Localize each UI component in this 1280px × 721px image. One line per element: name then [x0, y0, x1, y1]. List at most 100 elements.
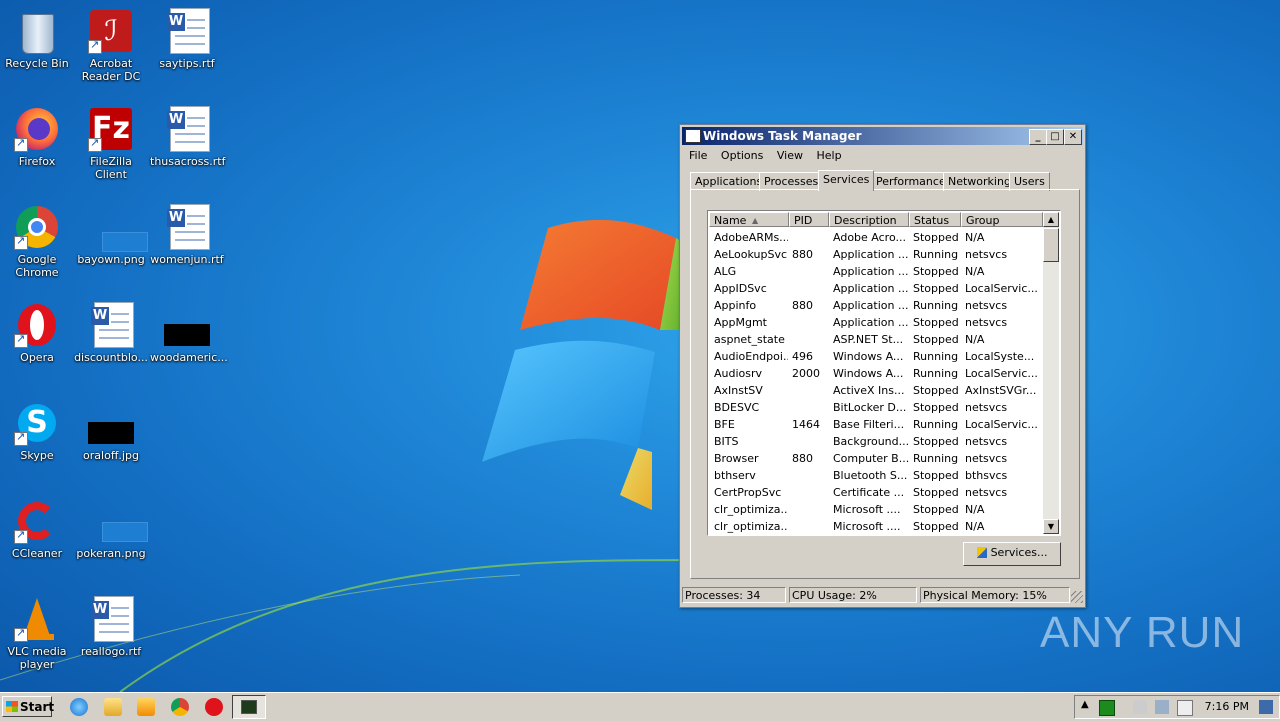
chrome-taskbar-icon[interactable] [171, 698, 189, 716]
internet-explorer-icon[interactable] [70, 698, 88, 716]
service-pid: 880 [792, 299, 813, 312]
table-row[interactable]: aspnet_state ASP.NET St... Stopped N/A [709, 331, 1043, 348]
service-description: BitLocker D... [833, 401, 907, 414]
service-name: Audiosrv [714, 367, 763, 380]
table-row[interactable]: AdobeARMs... Adobe Acro... Stopped N/A [709, 229, 1043, 246]
opera-taskbar-icon[interactable] [205, 698, 223, 716]
table-row[interactable]: ALG Application ... Stopped N/A [709, 263, 1043, 280]
services-list[interactable]: Name ▲ PID Description Status Group Adob… [707, 210, 1061, 536]
services-button[interactable]: Services... [963, 542, 1061, 566]
menu-bar: File Options View Help [684, 147, 847, 165]
scroll-up-button[interactable]: ▲ [1043, 212, 1059, 227]
window-title: Windows Task Manager [703, 129, 862, 143]
service-name: AeLookupSvc [714, 248, 788, 261]
table-row[interactable]: Appinfo 880 Application ... Running netsvcs [709, 297, 1043, 314]
resize-grip-icon[interactable] [1071, 591, 1083, 603]
desktop-icon-womenjun[interactable]: W womenjun.rtf [150, 200, 224, 266]
table-row[interactable]: clr_optimiza... Microsoft .... Stopped N/A [709, 501, 1043, 518]
start-button[interactable]: Start [2, 696, 54, 717]
menu-file[interactable]: File [684, 147, 712, 165]
chrome-icon [14, 204, 60, 250]
menu-options[interactable]: Options [716, 147, 768, 165]
explorer-folder-icon[interactable] [104, 698, 122, 716]
list-header: Name ▲ PID Description Status Group [709, 212, 1043, 228]
table-row[interactable]: AxInstSV ActiveX Ins... Stopped AxInstSVGr.… [709, 382, 1043, 399]
table-row[interactable]: BDESVC BitLocker D... Stopped netsvcs [709, 399, 1043, 416]
show-desktop-icon[interactable] [1259, 700, 1273, 714]
service-description: Application ... [833, 248, 909, 261]
table-row[interactable]: BITS Background... Stopped netsvcs [709, 433, 1043, 450]
table-row[interactable]: BFE 1464 Base Filteri... Running LocalServic… [709, 416, 1043, 433]
table-row[interactable]: AppMgmt Application ... Stopped netsvcs [709, 314, 1043, 331]
desktop-icon-opera[interactable]: Opera [0, 298, 74, 364]
action-center-flag-icon[interactable] [1177, 700, 1193, 716]
table-row[interactable]: clr_optimiza... Microsoft .... Stopped N/A [709, 518, 1043, 535]
desktop-icon-firefox[interactable]: Firefox [0, 102, 74, 168]
status-physical-memory: Physical Memory: 15% [920, 587, 1070, 603]
column-header-group[interactable]: Group [961, 212, 1043, 227]
scroll-down-button[interactable]: ▼ [1043, 519, 1059, 534]
desktop-icon-discountblo[interactable]: W discountblo... [74, 298, 148, 364]
desktop-icon-bayown[interactable]: bayown.png [74, 200, 148, 266]
desktop-icon-skype[interactable]: S Skype [0, 396, 74, 462]
network-icon[interactable] [1155, 700, 1169, 714]
scroll-thumb[interactable] [1043, 228, 1059, 262]
services-rows: AdobeARMs... Adobe Acro... Stopped N/A AeLoo… [709, 229, 1043, 535]
title-bar[interactable]: Windows Task Manager _ □ ✕ [682, 127, 1083, 145]
volume-icon[interactable] [1133, 700, 1147, 714]
service-name: AxInstSV [714, 384, 763, 397]
service-status: Running [913, 452, 959, 465]
desktop-icon-acrobat[interactable]: ℐ Acrobat Reader DC [74, 4, 148, 83]
desktop-icon-filezilla[interactable]: Fz FileZilla Client [74, 102, 148, 181]
desktop-icon-oraloff[interactable]: oraloff.jpg [74, 396, 148, 462]
column-header-pid[interactable]: PID [789, 212, 829, 227]
menu-view[interactable]: View [772, 147, 808, 165]
maximize-button[interactable]: □ [1046, 129, 1064, 145]
table-row[interactable]: AudioEndpoi... 496 Windows A... Running Loca… [709, 348, 1043, 365]
service-group: netsvcs [965, 435, 1008, 448]
table-row[interactable]: Browser 880 Computer B... Running netsvcs [709, 450, 1043, 467]
service-group: N/A [965, 503, 985, 516]
table-row[interactable]: Audiosrv 2000 Windows A... Running LocalServ… [709, 365, 1043, 382]
service-status: Stopped [913, 282, 959, 295]
service-group: netsvcs [965, 486, 1008, 499]
menu-help[interactable]: Help [811, 147, 846, 165]
table-row[interactable]: CertPropSvc Certificate ... Stopped netsvcs [709, 484, 1043, 501]
word-document-icon: W [164, 106, 210, 152]
tab-services[interactable]: Services [818, 170, 875, 191]
word-document-icon: W [88, 596, 134, 642]
desktop-icon-recycle-bin[interactable]: Recycle Bin [0, 4, 74, 70]
desktop-icon-vlc[interactable]: VLC media player [0, 592, 74, 671]
column-header-name[interactable]: Name ▲ [709, 212, 789, 227]
vertical-scrollbar[interactable]: ▲ ▼ [1043, 212, 1059, 534]
show-hidden-icons-button[interactable]: ▲ [1081, 699, 1089, 710]
clock[interactable]: 7:16 PM [1205, 696, 1249, 718]
service-group: N/A [965, 265, 985, 278]
table-row[interactable]: bthserv Bluetooth S... Stopped bthsvcs [709, 467, 1043, 484]
table-row[interactable]: AppIDSvc Application ... Stopped LocalServi… [709, 280, 1043, 297]
close-button[interactable]: ✕ [1064, 129, 1082, 145]
system-tray: ▲ 7:16 PM [1074, 695, 1280, 719]
service-status: Stopped [913, 486, 959, 499]
column-header-status[interactable]: Status [909, 212, 961, 227]
desktop-icon-ccleaner[interactable]: CCleaner [0, 494, 74, 560]
service-group: N/A [965, 520, 985, 533]
desktop-icon-chrome[interactable]: Google Chrome [0, 200, 74, 279]
windows-logo-icon [6, 701, 18, 712]
service-status: Stopped [913, 384, 959, 397]
desktop-icon-saytips[interactable]: W saytips.rtf [150, 4, 224, 70]
network-status-icon[interactable] [1099, 700, 1115, 716]
desktop-icon-pokeran[interactable]: pokeran.png [74, 494, 148, 560]
service-group: LocalServic... [965, 367, 1038, 380]
desktop-icon-reallogo[interactable]: W reallogo.rtf [74, 592, 148, 658]
column-header-description[interactable]: Description [829, 212, 909, 227]
minimize-button[interactable]: _ [1029, 129, 1047, 145]
recycle-bin-icon [14, 8, 60, 54]
desktop-icon-woodameric[interactable]: woodameric... [150, 298, 228, 364]
task-manager-taskbar-button[interactable] [232, 695, 266, 719]
media-player-icon[interactable] [137, 698, 155, 716]
jpg-image-icon [88, 400, 134, 446]
table-row[interactable]: AeLookupSvc 880 Application ... Running nets… [709, 246, 1043, 263]
desktop-icon-thusacross[interactable]: W thusacross.rtf [150, 102, 225, 168]
service-status: Running [913, 367, 959, 380]
